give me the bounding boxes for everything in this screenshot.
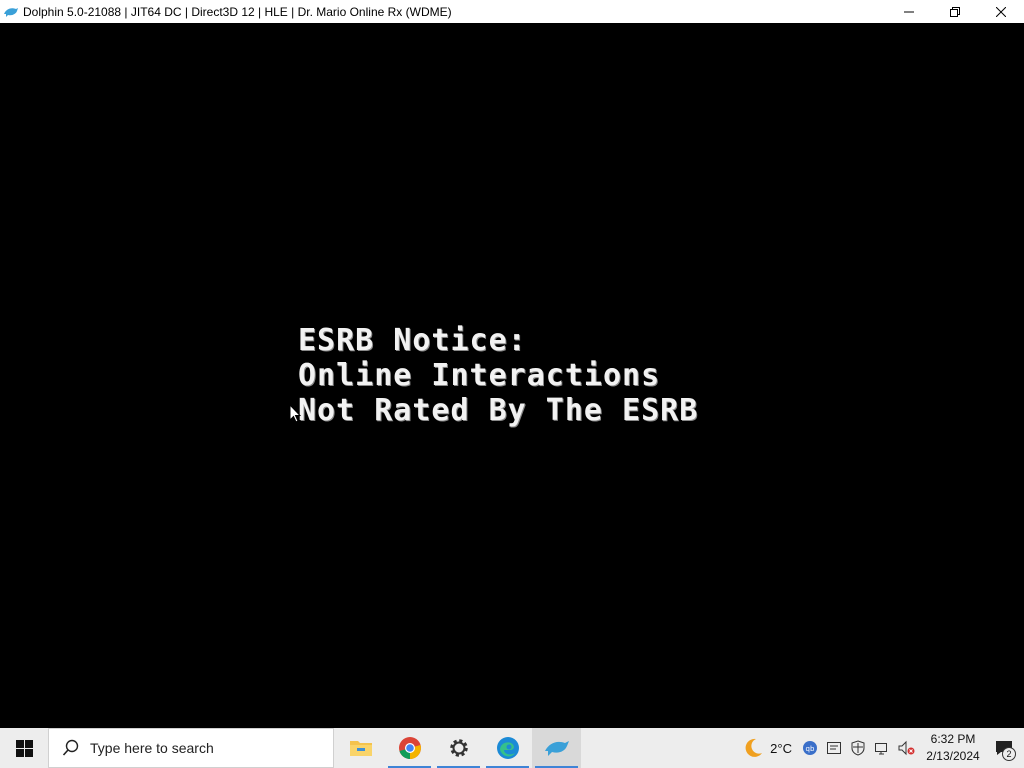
folder-icon xyxy=(349,741,372,756)
taskbar: Type here to search 2°C qb 6:32 PM 2/13/… xyxy=(0,728,1024,768)
notice-line-2: Online Interactions xyxy=(298,358,661,393)
notice-line-1: ESRB Notice: xyxy=(298,323,527,358)
weather-widget[interactable]: 2°C xyxy=(736,728,798,768)
taskbar-chrome[interactable] xyxy=(385,728,434,768)
dolphin-icon xyxy=(544,741,569,756)
close-icon xyxy=(996,6,1006,17)
tray-tool-icon[interactable] xyxy=(822,728,846,768)
taskbar-file-explorer[interactable] xyxy=(336,728,385,768)
edge-icon xyxy=(496,737,519,759)
window-controls xyxy=(886,0,1024,23)
window-titlebar[interactable]: Dolphin 5.0-21088 | JIT64 DC | Direct3D … xyxy=(0,0,1024,23)
tray-app-icon[interactable]: qb xyxy=(798,728,822,768)
search-placeholder: Type here to search xyxy=(90,740,214,756)
close-button[interactable] xyxy=(978,0,1024,23)
notification-count: 2 xyxy=(1002,747,1016,761)
pinned-apps xyxy=(336,728,581,768)
window-title: Dolphin 5.0-21088 | JIT64 DC | Direct3D … xyxy=(23,4,452,19)
taskbar-edge[interactable] xyxy=(483,728,532,768)
game-viewport[interactable]: ESRB Notice: Online Interactions Not Rat… xyxy=(0,23,1024,728)
restore-button[interactable] xyxy=(932,0,978,23)
minimize-icon xyxy=(904,11,914,12)
minimize-button[interactable] xyxy=(886,0,932,23)
windows-logo-icon xyxy=(15,739,33,757)
search-box[interactable]: Type here to search xyxy=(48,728,334,768)
system-tray: 2°C qb 6:32 PM 2/13/2024 2 xyxy=(736,728,1024,768)
svg-text:qb: qb xyxy=(806,745,815,753)
start-button[interactable] xyxy=(0,728,48,768)
volume-muted-icon[interactable] xyxy=(894,728,918,768)
notification-center-button[interactable]: 2 xyxy=(984,728,1024,768)
clock-date: 2/13/2024 xyxy=(926,749,980,763)
moon-icon xyxy=(745,738,763,757)
taskbar-dolphin[interactable] xyxy=(532,728,581,768)
gear-icon xyxy=(449,739,468,757)
mouse-cursor-icon xyxy=(289,404,301,423)
clock[interactable]: 6:32 PM 2/13/2024 xyxy=(922,731,984,765)
taskbar-settings[interactable] xyxy=(434,728,483,768)
chrome-icon xyxy=(398,737,421,759)
network-icon[interactable] xyxy=(870,728,894,768)
dolphin-icon xyxy=(3,4,19,20)
search-icon xyxy=(61,738,81,758)
security-shield-icon[interactable] xyxy=(846,728,870,768)
weather-temp: 2°C xyxy=(770,740,792,756)
restore-icon xyxy=(950,6,960,17)
notice-line-3: Not Rated By The ESRB xyxy=(298,393,699,428)
esrb-notice: ESRB Notice: Online Interactions Not Rat… xyxy=(298,323,698,428)
clock-time: 6:32 PM xyxy=(930,732,976,746)
